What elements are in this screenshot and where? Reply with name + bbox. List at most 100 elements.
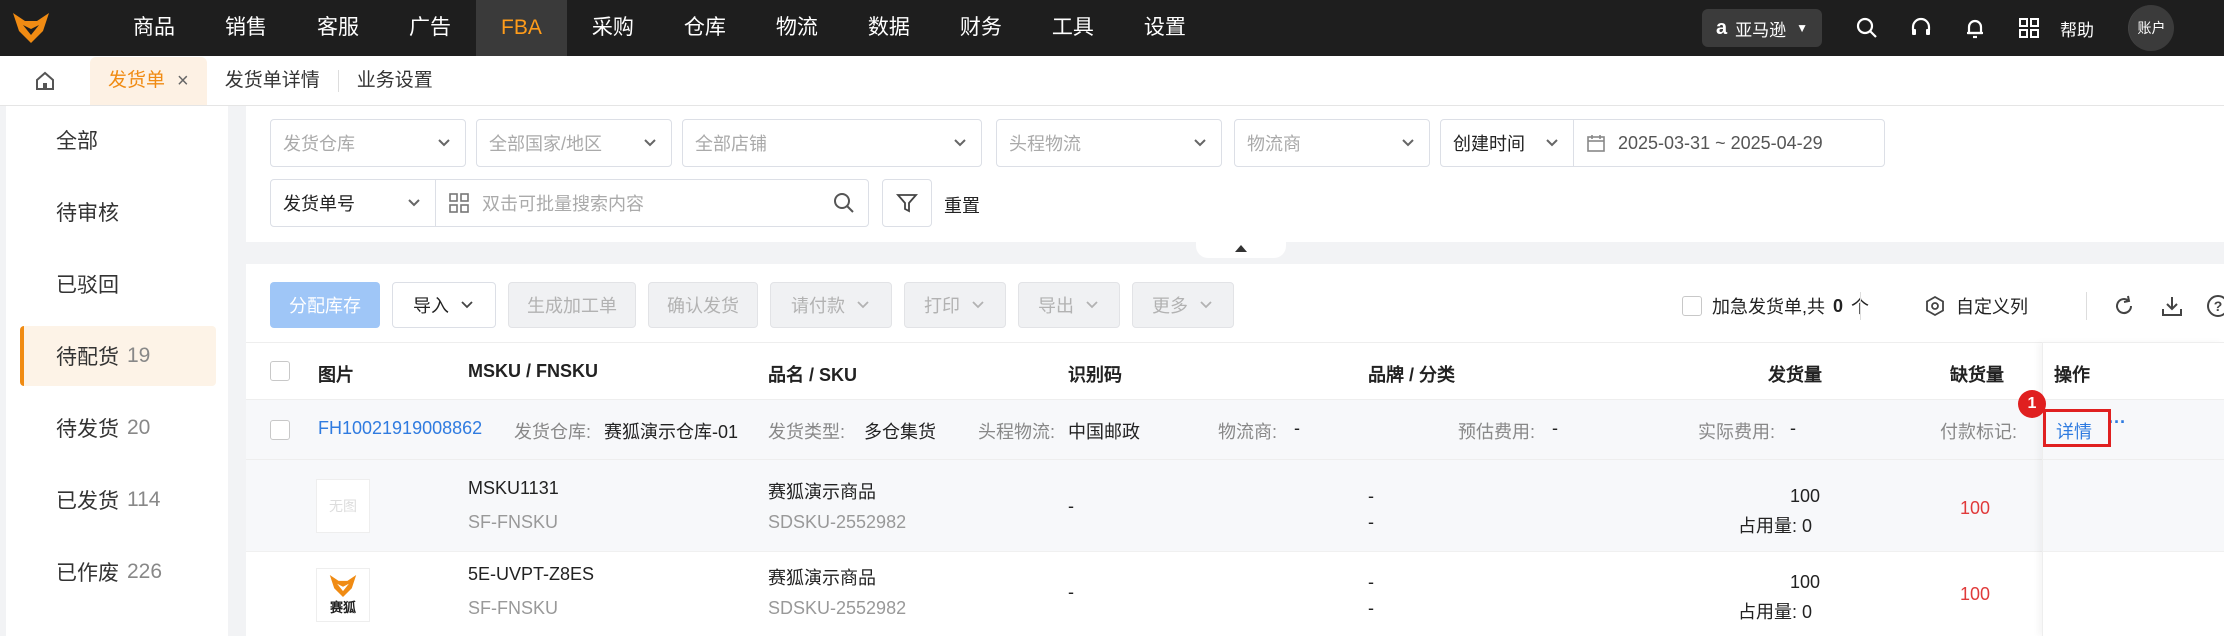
print-button[interactable]: 打印 <box>904 282 1006 328</box>
tab-business-settings[interactable]: 业务设置 <box>339 57 451 105</box>
headset-icon[interactable] <box>1894 0 1948 56</box>
urgent-count: 0 <box>1833 295 1844 316</box>
select-all-checkbox[interactable] <box>270 361 290 381</box>
generate-work-order-button[interactable]: 生成加工单 <box>508 282 636 328</box>
order-pay-mark-label: 付款标记: <box>1940 422 2018 442</box>
bell-icon[interactable] <box>1948 0 2002 56</box>
sidebar-item-voided[interactable]: 已作废 226 <box>20 542 216 602</box>
help-circle-icon[interactable]: ? <box>2206 264 2224 348</box>
sidebar-item-label: 待发货 <box>56 418 119 441</box>
sidebar-item-label: 已发货 <box>56 490 119 513</box>
fox-logo-icon[interactable] <box>4 0 58 56</box>
account-avatar[interactable]: 账户 <box>2128 5 2174 51</box>
close-icon[interactable]: × <box>177 57 189 105</box>
marketplace-select[interactable]: a 亚马逊 ▼ <box>1701 9 1822 47</box>
row-occupied: 占用量: 0 <box>1738 598 1812 624</box>
warehouse-select-value: 发货仓库 <box>283 134 355 154</box>
search-type-select[interactable]: 发货单号 <box>270 179 436 227</box>
nav-item-service[interactable]: 客服 <box>292 0 384 56</box>
marketplace-label: 亚马逊 <box>1735 20 1787 40</box>
nav-item-warehouse[interactable]: 仓库 <box>659 0 751 56</box>
row-category: - <box>1368 512 1374 532</box>
shop-select[interactable]: 全部店铺 <box>682 119 982 167</box>
order-est-fee: - <box>1552 418 1558 438</box>
search-icon[interactable] <box>832 191 856 215</box>
import-button[interactable]: 导入 <box>392 282 496 328</box>
sidebar-item-pending-allocation[interactable]: 待配货 19 <box>20 326 216 386</box>
header-image: 图片 <box>318 365 354 385</box>
sidebar-item-pending-review[interactable]: 待审核 <box>20 182 216 242</box>
more-button[interactable]: 更多 <box>1132 282 1234 328</box>
country-select[interactable]: 全部国家/地区 <box>476 119 672 167</box>
help-link[interactable]: 帮助 <box>2060 16 2094 41</box>
product-image: 赛狐 <box>316 568 370 622</box>
row-brand: - <box>1368 486 1374 506</box>
confirm-shipment-button[interactable]: 确认发货 <box>648 282 758 328</box>
nav-item-logistics[interactable]: 物流 <box>751 0 843 56</box>
reset-button[interactable]: 重置 <box>944 192 980 218</box>
product-image: 无图 <box>316 479 370 533</box>
order-row: FH10021919008862 发货仓库: 赛狐演示仓库-01 发货类型: 多… <box>246 400 2224 460</box>
first-leg-select[interactable]: 头程物流 <box>996 119 1222 167</box>
row-brand: - <box>1368 572 1374 592</box>
carrier-select[interactable]: 物流商 <box>1234 119 1430 167</box>
urgent-filter[interactable]: 加急发货单,共 0 个 <box>1682 264 1869 348</box>
row-fnsku: SF-FNSKU <box>468 512 558 532</box>
order-warehouse-label: 发货仓库: <box>514 422 592 442</box>
header-name: 品名 / SKU <box>768 365 858 385</box>
search-placeholder: 双击可批量搜索内容 <box>482 194 644 214</box>
download-icon[interactable] <box>2160 264 2184 348</box>
tab-shipment-list[interactable]: 发货单 × <box>90 57 207 105</box>
sidebar-item-rejected[interactable]: 已驳回 <box>20 254 216 314</box>
advanced-filter-button[interactable] <box>882 179 932 227</box>
request-payment-button[interactable]: 请付款 <box>770 282 892 328</box>
export-button[interactable]: 导出 <box>1018 282 1120 328</box>
tab-shipment-detail[interactable]: 发货单详情 <box>207 57 338 105</box>
time-type-select[interactable]: 创建时间 <box>1440 119 1574 167</box>
nav-item-data[interactable]: 数据 <box>843 0 935 56</box>
refresh-icon[interactable] <box>2112 264 2136 348</box>
batch-grid-icon[interactable] <box>448 192 470 214</box>
sidebar-item-shipped[interactable]: 已发货 114 <box>20 470 216 530</box>
order-id-link[interactable]: FH10021919008862 <box>318 418 482 439</box>
chevron-down-icon <box>1546 139 1558 147</box>
search-icon[interactable] <box>1840 0 1894 56</box>
sidebar-item-all[interactable]: 全部 <box>20 110 216 170</box>
nav-item-goods[interactable]: 商品 <box>108 0 200 56</box>
sidebar-item-pending-shipment[interactable]: 待发货 20 <box>20 398 216 458</box>
custom-columns-button[interactable]: 自定义列 <box>1924 264 2028 348</box>
nav-item-fba[interactable]: FBA <box>476 0 567 56</box>
row-sku: SDSKU-2552982 <box>768 598 907 618</box>
nav-item-sales[interactable]: 销售 <box>200 0 292 56</box>
caret-down-icon: ▼ <box>1796 21 1808 35</box>
order-first-leg: 中国邮政 <box>1068 422 1140 442</box>
search-input[interactable]: 双击可批量搜索内容 <box>435 179 869 227</box>
urgent-checkbox[interactable] <box>1682 296 1702 316</box>
apps-grid-icon[interactable] <box>2002 0 2056 56</box>
table-row: 赛狐 5E-UVPT-Z8ES SF-FNSKU 赛狐演示商品 SDSKU-25… <box>246 552 2224 636</box>
filter-panel: 发货仓库 全部国家/地区 全部店铺 头程物流 物流商 创建时间 2025-03-… <box>246 106 2224 240</box>
chevron-down-icon <box>1402 139 1414 147</box>
detail-highlight-box <box>2043 409 2111 447</box>
allocate-stock-button[interactable]: 分配库存 <box>270 282 380 328</box>
tab-bar: 发货单 × 发货单详情 业务设置 <box>0 56 2224 106</box>
order-checkbox[interactable] <box>270 420 290 440</box>
nav-item-finance[interactable]: 财务 <box>935 0 1027 56</box>
operations-column <box>2042 342 2224 636</box>
row-occupied: 占用量: 0 <box>1738 512 1812 538</box>
row-short: 100 <box>1960 498 1991 518</box>
shipment-table: 图片 MSKU / FNSKU 品名 / SKU 识别码 品牌 / 分类 发货量… <box>246 342 2224 636</box>
toolbar-divider <box>1860 292 1861 320</box>
header-brand: 品牌 / 分类 <box>1368 365 1456 385</box>
nav-item-purchase[interactable]: 采购 <box>567 0 659 56</box>
warehouse-select[interactable]: 发货仓库 <box>270 119 466 167</box>
order-carrier: - <box>1294 418 1300 438</box>
nav-item-settings[interactable]: 设置 <box>1119 0 1211 56</box>
order-actual-fee-label: 实际费用: <box>1698 422 1776 442</box>
nav-item-ads[interactable]: 广告 <box>384 0 476 56</box>
chevron-down-icon <box>438 139 450 147</box>
tab-home[interactable] <box>0 57 90 105</box>
date-range-picker[interactable]: 2025-03-31 ~ 2025-04-29 <box>1573 119 1885 167</box>
nav-item-tools[interactable]: 工具 <box>1027 0 1119 56</box>
collapse-filter-toggle[interactable] <box>1196 238 1286 258</box>
